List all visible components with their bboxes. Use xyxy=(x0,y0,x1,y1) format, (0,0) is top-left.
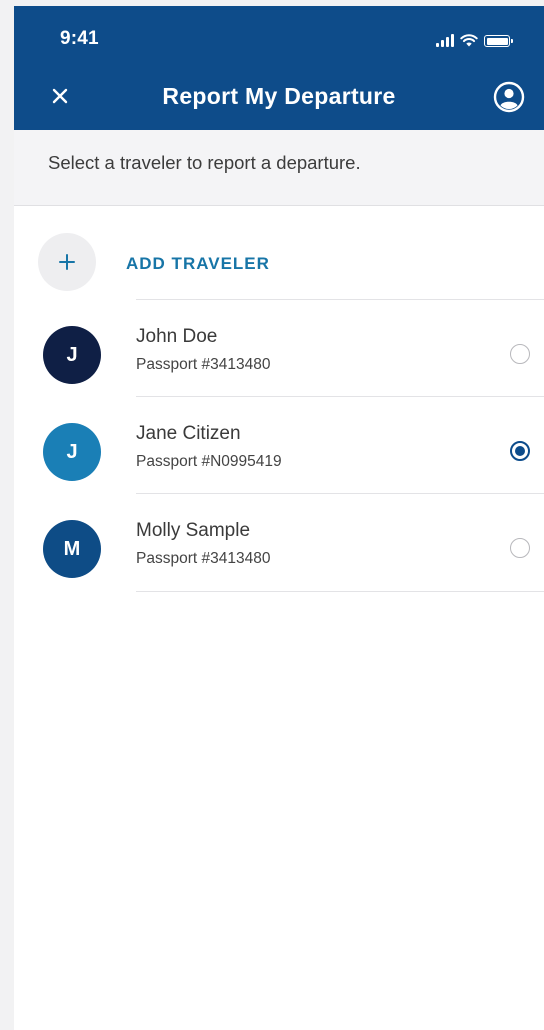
phone-screen: 9:41 Report My Departure Select a travel… xyxy=(14,6,544,1030)
traveler-passport: Passport #N0995419 xyxy=(136,453,282,470)
traveler-radio[interactable] xyxy=(510,344,530,364)
traveler-row-jane-citizen[interactable]: J Jane Citizen Passport #N0995419 xyxy=(14,397,544,494)
add-traveler-circle xyxy=(38,233,96,291)
add-traveler-button[interactable]: ADD TRAVELER xyxy=(14,230,544,296)
page-title: Report My Departure xyxy=(162,83,396,109)
traveler-name: Molly Sample xyxy=(136,520,251,541)
traveler-name: Jane Citizen xyxy=(136,423,241,444)
traveler-row-molly-sample[interactable]: M Molly Sample Passport #3413480 xyxy=(14,494,544,591)
instructions-banner: Select a traveler to report a departure. xyxy=(14,130,544,206)
status-icons xyxy=(436,31,513,47)
traveler-row-john-doe[interactable]: J John Doe Passport #3413480 xyxy=(14,300,544,397)
account-circle-icon[interactable] xyxy=(492,80,526,114)
traveler-passport: Passport #3413480 xyxy=(136,550,271,567)
add-traveler-label: ADD TRAVELER xyxy=(126,254,270,273)
plus-icon xyxy=(59,254,75,270)
app-header: 9:41 Report My Departure xyxy=(14,6,544,130)
avatar: J xyxy=(43,326,101,384)
avatar: J xyxy=(43,423,101,481)
instructions-text: Select a traveler to report a departure. xyxy=(48,152,361,173)
cellular-signal-icon xyxy=(436,34,454,47)
divider xyxy=(136,591,544,592)
traveler-radio[interactable] xyxy=(510,441,530,461)
traveler-name: John Doe xyxy=(136,326,218,347)
traveler-passport: Passport #3413480 xyxy=(136,356,271,373)
avatar: M xyxy=(43,520,101,578)
traveler-radio[interactable] xyxy=(510,538,530,558)
status-time: 9:41 xyxy=(60,28,99,49)
battery-icon xyxy=(484,35,513,47)
wifi-icon xyxy=(460,34,478,47)
